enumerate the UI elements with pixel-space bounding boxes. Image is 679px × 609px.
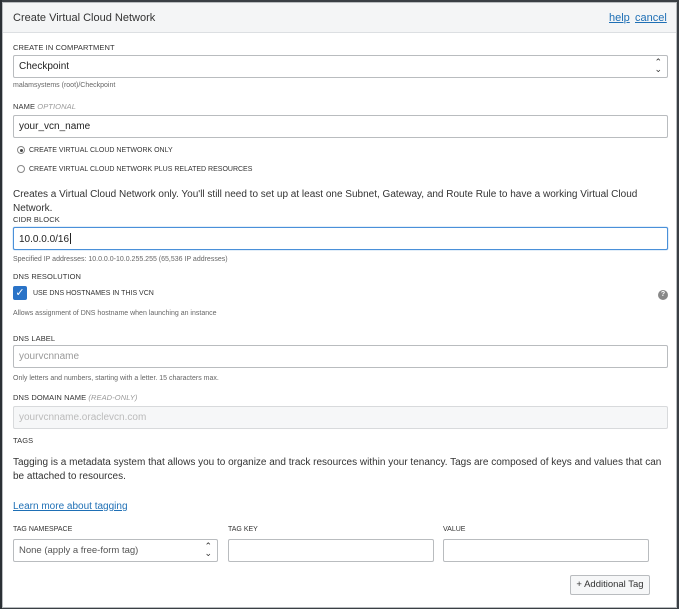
text-cursor (70, 233, 72, 244)
dns-label-input[interactable]: yourvcnname (13, 345, 668, 368)
dns-hostnames-label: USE DNS HOSTNAMES IN THIS VCN (33, 290, 154, 297)
dns-label-hint: Only letters and numbers, starting with … (13, 375, 219, 382)
tag-namespace-select[interactable]: None (apply a free-form tag) ⌃ ⌄ (13, 539, 218, 562)
tags-description: Tagging is a metadata system that allows… (13, 457, 662, 482)
dns-domain-field: yourvcnname.oraclevcn.com (13, 406, 668, 429)
radio-vcn-only[interactable]: CREATE VIRTUAL CLOUD NETWORK ONLY (17, 146, 173, 154)
help-link[interactable]: help (609, 12, 630, 24)
radio-vcn-plus-resources[interactable]: CREATE VIRTUAL CLOUD NETWORK PLUS RELATE… (17, 165, 252, 173)
select-chevron-icon: ⌃ ⌄ (204, 541, 212, 558)
radio-vcn-only-label: CREATE VIRTUAL CLOUD NETWORK ONLY (29, 146, 173, 154)
name-input[interactable]: your_vcn_name (13, 115, 668, 138)
cidr-label: CIDR BLOCK (13, 215, 60, 224)
name-label-text: NAME (13, 102, 36, 111)
compartment-select[interactable]: Checkpoint ⌃ ⌄ (13, 55, 668, 78)
tags-label: TAGS (13, 436, 34, 445)
learn-more-tagging-link[interactable]: Learn more about tagging (13, 501, 128, 512)
radio-vcn-plus-label: CREATE VIRTUAL CLOUD NETWORK PLUS RELATE… (29, 165, 253, 173)
dns-hostnames-checkbox[interactable]: ✓ (13, 286, 27, 300)
dns-domain-value: yourvcnname.oraclevcn.com (19, 412, 147, 423)
optional-tag: OPTIONAL (37, 102, 76, 111)
tag-namespace-label: TAG NAMESPACE (13, 526, 73, 533)
radio-unselected-icon (17, 165, 25, 173)
dialog-header: Create Virtual Cloud Network help cancel (3, 3, 676, 33)
create-vcn-dialog: Create Virtual Cloud Network help cancel… (2, 2, 677, 608)
cidr-hint: Specified IP addresses: 10.0.0.0-10.0.25… (13, 256, 228, 263)
compartment-path: malamsystems (root)/Checkpoint (13, 82, 116, 89)
compartment-label: CREATE IN COMPARTMENT (13, 43, 115, 52)
dns-label-label: DNS LABEL (13, 334, 56, 343)
tag-namespace-value: None (apply a free-form tag) (19, 545, 139, 556)
cancel-link[interactable]: cancel (635, 12, 667, 24)
tag-value-input[interactable] (443, 539, 649, 562)
dns-label-placeholder: yourvcnname (19, 351, 80, 362)
radio-selected-icon (17, 146, 25, 154)
compartment-value: Checkpoint (19, 61, 70, 72)
dns-resolution-label: DNS RESOLUTION (13, 272, 82, 281)
readonly-tag: (READ-ONLY) (88, 393, 138, 402)
dns-domain-label-text: DNS DOMAIN NAME (13, 393, 87, 402)
additional-tag-button[interactable]: + Additional Tag (570, 575, 650, 595)
dns-domain-label: DNS DOMAIN NAME (READ-ONLY) (13, 393, 138, 402)
name-label: NAME OPTIONAL (13, 102, 76, 111)
help-icon[interactable]: ? (658, 290, 668, 300)
dialog-title: Create Virtual Cloud Network (13, 12, 156, 24)
tag-key-label: TAG KEY (228, 526, 258, 533)
tag-value-label: VALUE (443, 526, 466, 533)
cidr-input[interactable]: 10.0.0.0/16 (13, 227, 668, 250)
vcn-description: Creates a Virtual Cloud Network only. Yo… (13, 189, 638, 214)
select-chevron-icon: ⌃ ⌄ (654, 57, 662, 74)
name-value: your_vcn_name (19, 121, 91, 132)
cidr-value: 10.0.0.0/16 (19, 234, 70, 245)
tag-key-input[interactable] (228, 539, 434, 562)
dns-resolution-hint: Allows assignment of DNS hostname when l… (13, 310, 217, 317)
